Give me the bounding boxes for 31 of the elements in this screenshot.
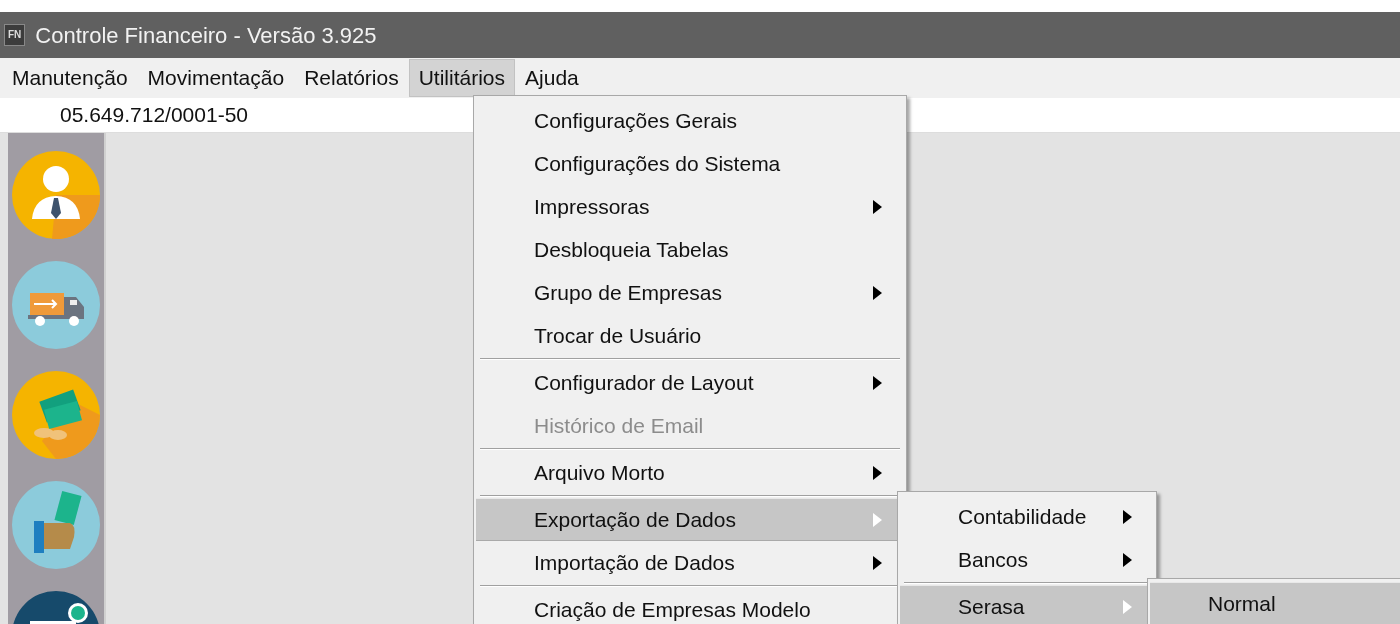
app-icon: FN: [4, 24, 26, 46]
hand-money-icon[interactable]: [12, 481, 100, 569]
submenu-arrow-icon: [873, 375, 882, 390]
menu-item[interactable]: Configurações do Sistema: [476, 142, 904, 185]
window-title: Controle Financeiro - Versão 3.925: [35, 21, 377, 50]
submenu-arrow-icon: [873, 512, 882, 527]
menu-item[interactable]: Arquivo Morto: [476, 451, 904, 494]
truck-icon[interactable]: [12, 261, 100, 349]
menu-item[interactable]: Bancos: [900, 538, 1154, 581]
menu-item[interactable]: Manutenção: [2, 59, 138, 97]
menu-item[interactable]: Impressoras: [476, 185, 904, 228]
menu-item[interactable]: Grupo de Empresas: [476, 271, 904, 314]
submenu-arrow-icon: [873, 199, 882, 214]
submenu-arrow-icon: [1123, 552, 1132, 567]
submenu-arrow-icon: [873, 465, 882, 480]
submenu-arrow-icon: [1123, 599, 1132, 614]
menu-item[interactable]: Relatórios: [294, 59, 409, 97]
menu-item[interactable]: Configurador de Layout: [476, 361, 904, 404]
person-icon[interactable]: [12, 151, 100, 239]
menu-item[interactable]: Trocar de Usuário: [476, 314, 904, 357]
submenu-arrow-icon: [873, 285, 882, 300]
menu-item[interactable]: Utilitários: [408, 59, 516, 97]
submenu-arrow-icon: [1123, 509, 1132, 524]
menu-item[interactable]: Ajuda: [515, 59, 589, 97]
menu-item: Histórico de Email: [533, 412, 705, 439]
menu-item[interactable]: Desbloqueia Tabelas: [476, 228, 904, 271]
menu-item[interactable]: Movimentação: [137, 59, 295, 97]
menu-item[interactable]: Configurações Gerais: [476, 99, 904, 142]
menu-item[interactable]: Normal: [1150, 582, 1400, 624]
submenu-arrow-icon: [873, 555, 882, 570]
money-icon[interactable]: [12, 371, 100, 459]
